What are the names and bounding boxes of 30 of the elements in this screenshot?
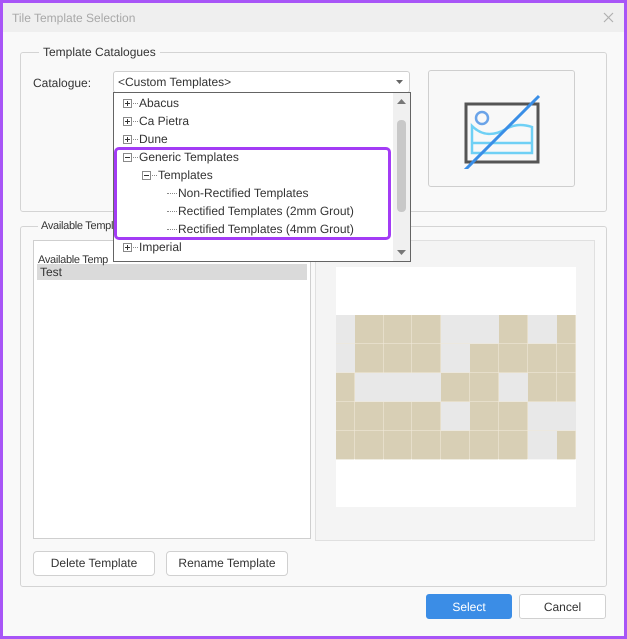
collapse-icon[interactable]	[142, 170, 151, 180]
template-button[interactable]: Delete Template	[33, 550, 155, 576]
group-title: Available Templ	[40, 219, 114, 234]
expand-icon[interactable]	[123, 242, 132, 252]
tree-item[interactable]: Abacus	[139, 94, 180, 112]
expand-icon[interactable]	[123, 98, 132, 108]
catalogue-combo[interactable]: <Custom Templates>	[113, 71, 410, 93]
group-title: Template Catalogues	[42, 44, 157, 61]
expand-icon[interactable]	[123, 116, 132, 126]
tree-item[interactable]: Dune	[139, 130, 168, 148]
list-row[interactable]: Test	[37, 264, 307, 280]
scroll-up-icon[interactable]	[397, 99, 406, 104]
tree-item[interactable]: Templates	[158, 166, 213, 184]
window-title: Tile Template Selection	[12, 10, 136, 26]
tree-item[interactable]: Non-Rectified Templates	[178, 184, 309, 202]
tree-item[interactable]: Rectified Templates (2mm Grout)	[178, 202, 354, 220]
tree-item[interactable]: Rectified Templates (4mm Grout)	[178, 220, 354, 238]
tree-item[interactable]: Generic Templates	[139, 148, 239, 166]
scroll-down-icon[interactable]	[397, 250, 406, 255]
scroll-thumb[interactable]	[397, 120, 406, 212]
catalogue-label: Catalogue:	[33, 75, 92, 92]
tree-item[interactable]: Imperial	[139, 238, 182, 256]
expand-icon[interactable]	[123, 134, 132, 144]
template-button[interactable]: Rename Template	[166, 550, 288, 576]
collapse-icon[interactable]	[123, 152, 132, 162]
cancel-button[interactable]: Cancel	[519, 594, 606, 619]
dropdown-caret-icon	[396, 80, 403, 84]
list-header: Available Temp	[38, 254, 108, 266]
scrollbar[interactable]	[393, 93, 410, 261]
tree-item[interactable]: Ca Pietra	[139, 112, 190, 130]
